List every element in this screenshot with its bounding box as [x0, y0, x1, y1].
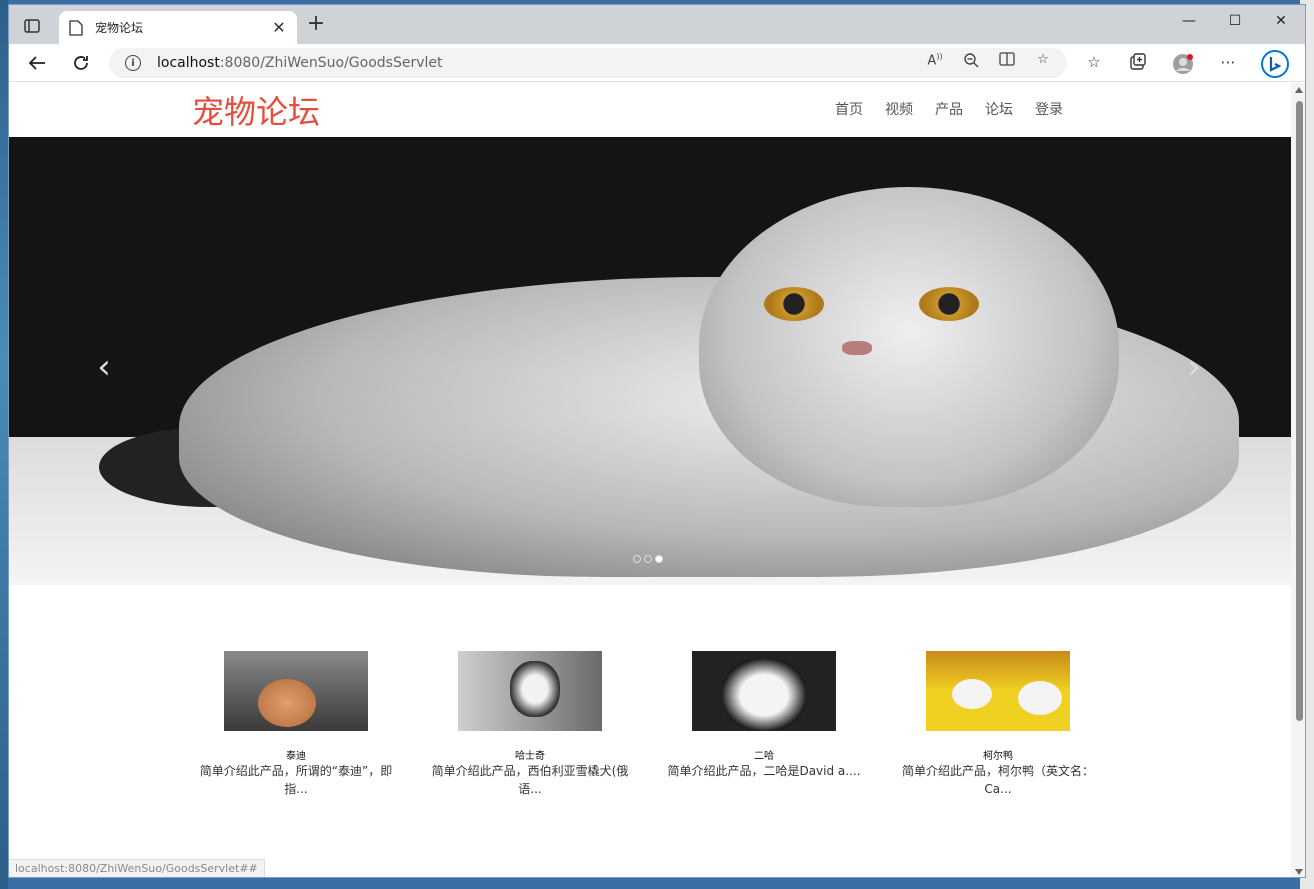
profile-avatar[interactable] — [1172, 53, 1194, 75]
product-card[interactable]: 二哈 简单介绍此产品，二哈是David a.... — [647, 651, 881, 798]
browser-toolbar: i localhost:8080/ZhiWenSuo/GoodsServlet … — [9, 44, 1305, 82]
maximize-button[interactable]: ☐ — [1213, 13, 1257, 29]
back-button[interactable] — [25, 51, 49, 75]
product-card[interactable]: 泰迪 简单介绍此产品，所谓的“泰迪”，即指... — [179, 651, 413, 798]
read-aloud-icon[interactable]: A)) — [925, 52, 945, 72]
url-path: :8080/ZhiWenSuo/GoodsServlet — [219, 55, 443, 71]
minimize-button[interactable]: — — [1167, 13, 1211, 29]
reload-button[interactable] — [69, 51, 93, 75]
nav-products[interactable]: 产品 — [935, 99, 985, 119]
close-window-button[interactable]: ✕ — [1259, 13, 1303, 29]
collections-svg-icon — [1130, 53, 1146, 70]
nav-login[interactable]: 登录 — [1035, 99, 1085, 119]
url-text: localhost:8080/ZhiWenSuo/GoodsServlet — [157, 55, 443, 71]
collections-icon[interactable] — [1127, 53, 1149, 75]
tab-title: 宠物论坛 — [95, 21, 144, 35]
product-list: 泰迪 简单介绍此产品，所谓的“泰迪”，即指... 哈士奇 简单介绍此产品，西伯利… — [179, 651, 1139, 798]
web-page: 宠物论坛 首页 视频 产品 论坛 登录 ‹ › 泰迪 简单介绍此产品，所谓的“泰… — [9, 83, 1291, 877]
avatar-icon — [1173, 54, 1193, 74]
carousel-prev-button[interactable]: ‹ — [89, 347, 119, 387]
nav-video[interactable]: 视频 — [885, 99, 935, 119]
carousel-dot-1[interactable] — [633, 555, 641, 563]
zoom-icon[interactable] — [961, 52, 981, 72]
zoom-out-icon — [964, 53, 979, 68]
product-name[interactable]: 二哈 — [647, 747, 881, 762]
nav-forum[interactable]: 论坛 — [985, 99, 1035, 119]
site-nav: 首页 视频 产品 论坛 登录 — [835, 99, 1085, 119]
reload-icon — [74, 56, 88, 70]
tab-actions-button[interactable] — [21, 16, 43, 36]
product-card[interactable]: 柯尔鸭 简单介绍此产品，柯尔鸭（英文名：Ca... — [881, 651, 1115, 798]
product-desc: 简单介绍此产品，柯尔鸭（英文名：Ca... — [901, 764, 1094, 796]
page-scrollbar[interactable] — [1291, 83, 1305, 877]
product-image-husky[interactable] — [458, 651, 602, 731]
product-image-call-duck[interactable] — [926, 651, 1070, 731]
page-icon — [69, 19, 83, 36]
browser-tab[interactable]: 宠物论坛 ✕ — [59, 11, 297, 44]
favorites-icon[interactable]: ☆ — [1083, 53, 1105, 75]
scroll-down-icon[interactable] — [1295, 869, 1303, 875]
product-card[interactable]: 哈士奇 简单介绍此产品，西伯利亚雪橇犬(俄语... — [413, 651, 647, 798]
product-name[interactable]: 柯尔鸭 — [881, 747, 1115, 762]
bing-icon[interactable] — [1261, 50, 1289, 78]
carousel-indicators — [633, 555, 663, 563]
product-desc: 简单介绍此产品，二哈是David a.... — [667, 764, 861, 778]
product-name[interactable]: 泰迪 — [179, 747, 413, 762]
cat-nose — [842, 341, 872, 355]
image-carousel: ‹ › — [9, 137, 1291, 585]
browser-window: 宠物论坛 ✕ + — ☐ ✕ i localhost:8080/ZhiWenSu… — [8, 4, 1306, 878]
split-screen-svg-icon — [999, 52, 1015, 66]
add-favorite-icon[interactable]: ☆ — [1033, 52, 1053, 72]
product-image-teddy[interactable] — [224, 651, 368, 731]
tab-bar: 宠物论坛 ✕ + — ☐ ✕ — [9, 5, 1305, 44]
cat-eye-left — [764, 287, 824, 321]
desktop-background — [0, 0, 8, 889]
tab-close-icon[interactable]: ✕ — [271, 18, 287, 37]
carousel-dot-2[interactable] — [644, 555, 652, 563]
carousel-next-button[interactable]: › — [1179, 347, 1209, 387]
new-tab-button[interactable]: + — [305, 13, 327, 36]
product-desc: 简单介绍此产品，所谓的“泰迪”，即指... — [199, 764, 393, 796]
address-bar[interactable]: i localhost:8080/ZhiWenSuo/GoodsServlet — [109, 48, 1067, 78]
url-host: localhost — [157, 55, 220, 71]
site-logo[interactable]: 宠物论坛 — [192, 87, 320, 133]
product-image-erha[interactable] — [692, 651, 836, 731]
split-screen-icon[interactable] — [997, 52, 1017, 72]
scroll-up-icon[interactable] — [1295, 87, 1303, 93]
back-arrow-icon — [28, 56, 45, 70]
more-menu-icon[interactable]: ⋯ — [1217, 53, 1239, 75]
nav-home[interactable]: 首页 — [835, 99, 885, 119]
bing-chat-icon — [1261, 50, 1289, 78]
cat-eye-right — [919, 287, 979, 321]
product-name[interactable]: 哈士奇 — [413, 747, 647, 762]
carousel-dot-3[interactable] — [655, 555, 663, 563]
cat-head — [699, 187, 1119, 507]
tab-actions-icon — [24, 19, 40, 33]
status-bar-url: localhost:8080/ZhiWenSuo/GoodsServlet## — [9, 859, 265, 877]
site-info-icon[interactable]: i — [125, 55, 141, 71]
scrollbar-thumb[interactable] — [1296, 101, 1303, 721]
product-desc: 简单介绍此产品，西伯利亚雪橇犬(俄语... — [431, 764, 629, 796]
